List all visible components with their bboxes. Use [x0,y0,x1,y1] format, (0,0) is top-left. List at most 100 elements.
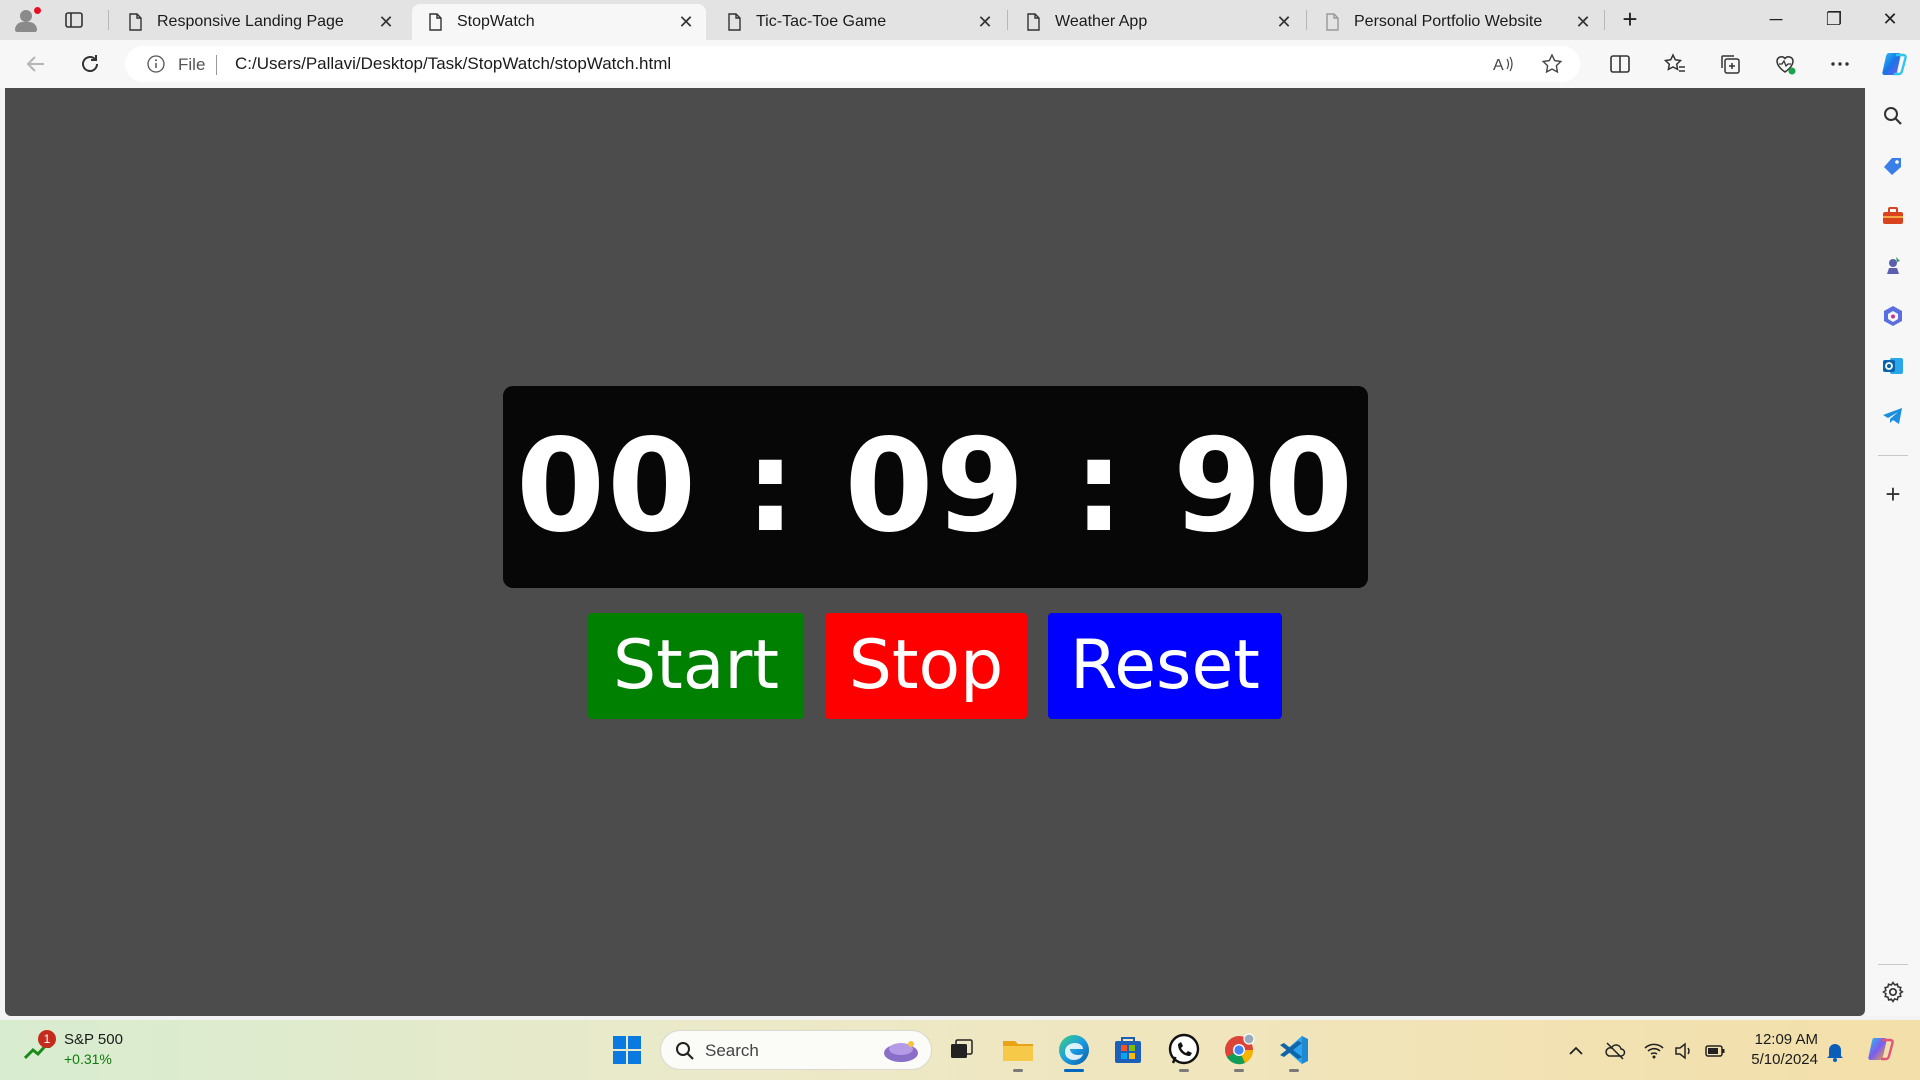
tab-separator [1604,10,1605,30]
file-explorer-icon[interactable] [998,1030,1038,1072]
edge-icon[interactable] [1054,1030,1094,1072]
tab-close-button[interactable]: ✕ [376,12,396,32]
microsoft365-icon[interactable] [1881,304,1905,328]
windows-taskbar: 1 S&P 500 +0.31% Search 12:09 AM 5/10/20… [0,1020,1920,1080]
tab-title: Tic-Tac-Toe Game [756,13,887,30]
more-options-icon[interactable] [1828,52,1852,76]
chrome-icon[interactable] [1219,1030,1259,1072]
tab-close-button[interactable]: ✕ [676,12,696,32]
elapsed-time: 00 : 09 : 90 [516,412,1355,561]
system-clock[interactable]: 12:09 AM 5/10/2024 [1732,1030,1818,1070]
stopwatch-display: 00 : 09 : 90 [503,386,1368,588]
reset-button[interactable]: Reset [1048,613,1282,719]
profile-avatar-icon[interactable] [12,6,41,34]
minimize-button[interactable]: ─ [1748,0,1804,40]
sidebar-divider [1878,455,1908,456]
start-button[interactable]: Start [588,613,804,719]
favorite-star-icon[interactable] [1541,53,1563,75]
edge-sidebar: + [1866,88,1920,1016]
running-indicator [1013,1069,1023,1072]
browser-essentials-icon[interactable] [1773,52,1797,76]
tab-separator [108,10,109,30]
address-toolbar: File C:/Users/Pallavi/Desktop/Task/StopW… [0,40,1920,88]
windows-start-icon[interactable] [607,1030,647,1070]
microsoft-store-icon[interactable] [1108,1030,1148,1070]
stock-widget[interactable]: 1 S&P 500 +0.31% [20,1030,140,1070]
scheme-label: File [178,55,206,74]
tab-stopwatch[interactable]: StopWatch ✕ [412,4,706,40]
running-indicator [1289,1069,1299,1072]
stock-name: S&P 500 [64,1031,123,1048]
address-bar[interactable]: File C:/Users/Pallavi/Desktop/Task/StopW… [125,46,1580,82]
page-icon [426,13,444,31]
split-screen-icon[interactable] [1608,52,1632,76]
close-window-button[interactable]: ✕ [1862,0,1918,40]
tab-title: StopWatch [457,13,535,30]
page-icon [1323,13,1341,31]
tab-close-button[interactable]: ✕ [1573,12,1593,32]
tag-icon[interactable] [1881,154,1905,178]
tab-title: Personal Portfolio Website [1354,13,1543,30]
stop-button[interactable]: Stop [825,613,1027,719]
sidebar-divider [1878,964,1908,965]
notification-badge: 1 [38,1030,56,1048]
taskbar-search-box[interactable]: Search [660,1030,932,1070]
tab-responsive-landing-page[interactable]: Responsive Landing Page ✕ [112,4,406,40]
clock-date: 5/10/2024 [1751,1051,1818,1068]
tab-close-button[interactable]: ✕ [1274,12,1294,32]
tab-title: Weather App [1055,13,1148,30]
omnibox-divider [216,55,217,75]
copilot-icon[interactable] [1880,49,1910,79]
wifi-icon[interactable] [1643,1040,1665,1062]
running-indicator [1234,1069,1244,1072]
tab-close-button[interactable]: ✕ [975,12,995,32]
onedrive-offline-icon[interactable] [1604,1040,1626,1062]
tab-bar: Responsive Landing Page ✕ StopWatch ✕ Ti… [0,0,1920,40]
clock-time: 12:09 AM [1754,1031,1818,1048]
collections-icon[interactable] [1718,52,1742,76]
running-indicator [1179,1069,1189,1072]
page-icon [126,13,144,31]
volume-icon[interactable] [1673,1040,1695,1062]
outlook-icon[interactable] [1881,354,1905,378]
add-sidebar-app-button[interactable]: + [1881,481,1905,507]
vscode-icon[interactable] [1274,1030,1314,1072]
refresh-icon [82,55,98,72]
page-viewport: 00 : 09 : 90 Start Stop Reset [5,88,1865,1016]
url-text[interactable]: C:/Users/Pallavi/Desktop/Task/StopWatch/… [235,54,671,74]
toolbox-icon[interactable] [1881,204,1905,228]
new-tab-button[interactable]: + [1618,6,1642,32]
active-indicator [1064,1069,1084,1072]
back-arrow-icon [26,56,44,72]
stock-change: +0.31% [64,1051,112,1067]
task-view-icon[interactable] [941,1030,981,1070]
telegram-icon[interactable] [1881,404,1905,428]
copilot-preview-icon[interactable] [1866,1034,1896,1064]
tab-personal-portfolio-website[interactable]: Personal Portfolio Website ✕ [1309,4,1603,40]
restore-button[interactable]: ❐ [1806,0,1862,40]
tab-tic-tac-toe-game[interactable]: Tic-Tac-Toe Game ✕ [711,4,1005,40]
favorites-icon[interactable] [1663,52,1687,76]
settings-gear-icon[interactable] [1881,980,1905,1004]
show-hidden-icons-chevron-icon[interactable] [1565,1040,1587,1062]
tab-actions-icon[interactable] [64,10,84,30]
search-placeholder: Search [705,1041,759,1060]
refresh-button[interactable] [76,50,104,78]
tab-weather-app[interactable]: Weather App ✕ [1010,4,1304,40]
back-button[interactable] [22,50,50,78]
whatsapp-icon[interactable] [1164,1030,1204,1072]
games-icon[interactable] [1881,254,1905,278]
page-icon [1024,13,1042,31]
notification-bell-icon[interactable] [1824,1040,1846,1062]
search-highlight-icon [881,1035,921,1065]
read-aloud-icon[interactable]: A [1492,53,1514,75]
page-icon [725,13,743,31]
search-icon [675,1041,695,1061]
svg-text:A: A [1493,57,1504,74]
info-icon[interactable] [147,55,165,73]
search-icon[interactable] [1881,104,1905,128]
notification-dot [34,7,41,14]
tab-title: Responsive Landing Page [157,13,344,30]
battery-icon[interactable] [1704,1040,1726,1062]
tab-separator [1007,10,1008,30]
